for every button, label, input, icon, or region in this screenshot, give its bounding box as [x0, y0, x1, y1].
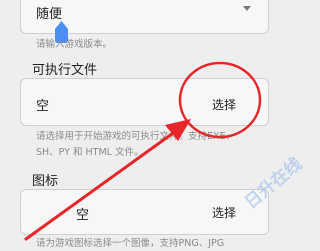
icon-select-button[interactable]: 选择: [212, 204, 236, 221]
executable-hint-line2: SH、PY 和 HTML 文件。: [36, 147, 144, 158]
version-input-value: 随便: [36, 7, 63, 22]
executable-value: 空: [36, 99, 50, 114]
icon-value: 空: [76, 208, 90, 223]
executable-title: 可执行文件: [32, 63, 98, 78]
icon-hint: 请为游戏图标选择一个图像，支持PNG、JPG: [36, 238, 225, 249]
dropdown-arrow-icon[interactable]: [243, 6, 251, 11]
executable-select-button[interactable]: 选择: [212, 96, 236, 113]
version-hint: 请输入游戏版本。: [36, 39, 113, 50]
watermark-text: 日升在线: [241, 154, 307, 214]
executable-hint-line1: 请选择用于开始游戏的可执行文件。支持EXE、: [36, 131, 236, 142]
icon-title: 图标: [32, 174, 59, 189]
